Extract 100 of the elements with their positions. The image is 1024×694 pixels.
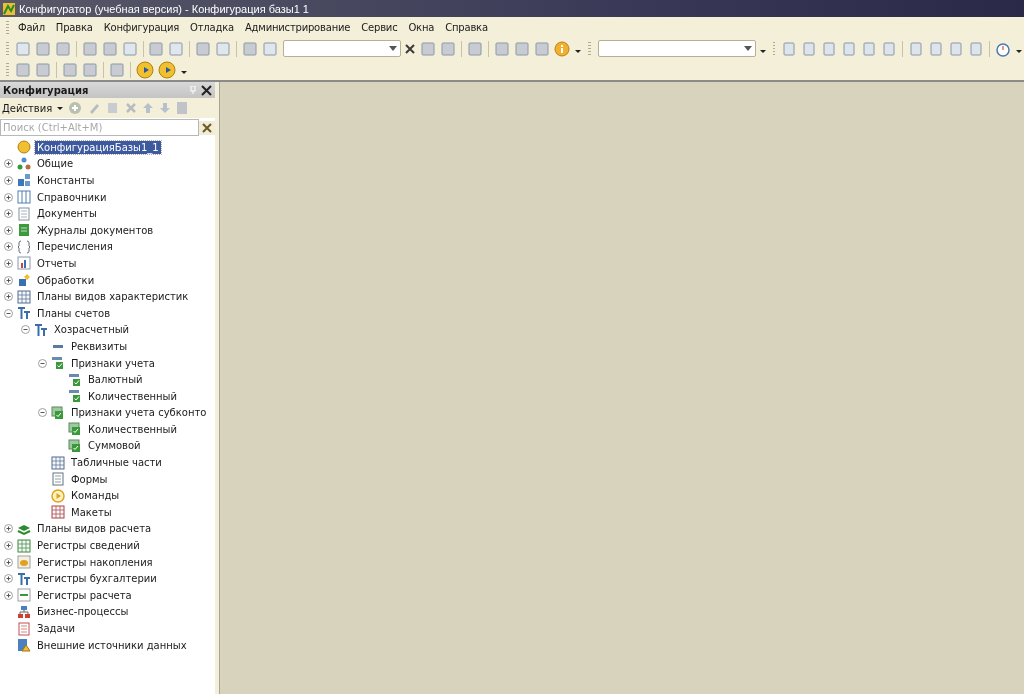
toolbar-icon[interactable] <box>781 40 798 57</box>
menu-item[interactable]: Файл <box>12 22 50 33</box>
tree-item[interactable]: Отчеты <box>35 256 79 270</box>
toolbar-icon[interactable] <box>881 40 898 57</box>
expander-icon[interactable] <box>4 541 13 551</box>
menu-item[interactable]: Окна <box>402 22 440 33</box>
dropdown-arrow-icon[interactable] <box>389 46 398 51</box>
search-combo-field[interactable] <box>283 40 402 57</box>
tree-item[interactable]: Планы видов характеристик <box>35 290 191 304</box>
tree-item[interactable]: Бизнес-процессы <box>35 605 131 619</box>
toolbar-icon[interactable] <box>195 40 212 57</box>
expander-icon[interactable] <box>4 524 13 534</box>
toolbar-icon[interactable] <box>109 61 125 78</box>
tree-item[interactable]: Константы <box>35 174 97 187</box>
combo-field[interactable] <box>597 40 756 57</box>
pencil-icon[interactable] <box>87 101 102 115</box>
caret-icon[interactable] <box>57 106 64 110</box>
expander-icon[interactable] <box>4 258 13 268</box>
tree-item[interactable]: Регистры бухгалтерии <box>35 572 159 586</box>
actions-menu-button[interactable]: Действия <box>2 102 53 114</box>
play-circle-icon[interactable] <box>136 60 154 79</box>
toolbar-icon[interactable] <box>35 61 51 78</box>
tree-item[interactable]: Формы <box>69 472 110 486</box>
toolbar-icon[interactable] <box>215 40 232 57</box>
tree-item[interactable]: Обработки <box>35 273 97 287</box>
tree-item[interactable]: Количественный <box>86 422 179 436</box>
tree-item[interactable]: Валютный <box>86 373 145 387</box>
expander-icon[interactable] <box>4 308 13 318</box>
menu-item[interactable]: Отладка <box>184 22 239 33</box>
tree-item[interactable]: Признаки учета субконто <box>69 406 209 420</box>
stopwatch-icon[interactable] <box>995 40 1011 57</box>
toolbar-icon[interactable] <box>801 40 818 57</box>
toolbar-icon[interactable] <box>493 40 510 57</box>
toolbar-icon[interactable] <box>34 40 51 57</box>
caret-icon[interactable] <box>1016 50 1022 53</box>
tree-item[interactable]: Перечисления <box>35 240 115 254</box>
expander-icon[interactable] <box>4 159 13 169</box>
tree-item[interactable]: Табличные части <box>69 456 164 470</box>
expander-icon[interactable] <box>4 275 13 285</box>
toolbar-icon[interactable] <box>81 40 98 57</box>
close-icon[interactable] <box>201 84 212 96</box>
tree-item[interactable]: Журналы документов <box>35 223 156 237</box>
expander-icon[interactable] <box>4 292 13 302</box>
toolbar-icon[interactable] <box>242 40 259 57</box>
search-field[interactable]: Поиск (Ctrl+Alt+M) <box>0 119 199 136</box>
caret-icon[interactable] <box>181 71 187 74</box>
menu-item[interactable]: Сервис <box>355 22 403 33</box>
expander-icon[interactable] <box>4 557 13 567</box>
tree-item[interactable]: КонфигурацияБазы1_1 <box>35 140 161 154</box>
toolbar-icon[interactable] <box>533 40 550 57</box>
expander-icon[interactable] <box>4 242 13 252</box>
toolbar-icon[interactable] <box>440 40 457 57</box>
expander-icon[interactable] <box>4 192 13 202</box>
toolbar-icon[interactable] <box>821 40 838 57</box>
tree-item[interactable]: Планы видов расчета <box>35 522 154 536</box>
tree-item[interactable]: Документы <box>35 207 99 221</box>
tree-item[interactable]: Общие <box>35 157 76 171</box>
toolbar-icon[interactable] <box>467 40 483 57</box>
expander-icon[interactable] <box>4 225 13 235</box>
dropdown-arrow-icon[interactable] <box>743 46 752 51</box>
tree-item[interactable]: Внешние источники данных <box>35 638 189 652</box>
tree-item[interactable]: Регистры сведений <box>35 539 142 553</box>
expander-icon[interactable] <box>4 574 13 584</box>
menu-item[interactable]: Правка <box>49 22 98 33</box>
toolbar-icon[interactable] <box>15 61 31 78</box>
tree-item[interactable]: Команды <box>69 489 122 503</box>
toolbar-icon[interactable] <box>82 61 98 78</box>
arrow-down-icon[interactable] <box>159 102 172 114</box>
menu-item[interactable]: Справка <box>439 22 493 33</box>
tree-item[interactable]: Справочники <box>35 190 109 204</box>
menu-item[interactable]: Конфигурация <box>97 22 185 33</box>
close-icon[interactable] <box>404 42 417 55</box>
toolbar-icon[interactable] <box>908 40 925 57</box>
tree-item[interactable]: Регистры накопления <box>35 555 155 569</box>
toolbar-icon[interactable] <box>948 40 965 57</box>
tree-item[interactable]: Реквизиты <box>69 339 130 353</box>
expander-icon[interactable] <box>38 358 47 368</box>
clear-icon[interactable] <box>199 120 215 135</box>
toolbar-icon[interactable] <box>262 40 279 57</box>
menu-item[interactable]: Администрирование <box>238 22 356 33</box>
tree-item[interactable]: Суммовой <box>86 439 143 453</box>
tree-item[interactable]: Признаки учета <box>69 356 157 370</box>
expander-icon[interactable] <box>4 176 13 185</box>
toolbar-icon[interactable] <box>101 40 118 57</box>
delete-icon[interactable] <box>125 102 138 114</box>
arrow-up-icon[interactable] <box>142 102 155 114</box>
expander-icon[interactable] <box>4 590 13 600</box>
expander-icon[interactable] <box>38 408 47 418</box>
expander-icon[interactable] <box>21 325 30 335</box>
tree-item[interactable]: Макеты <box>69 505 114 519</box>
caret-icon[interactable] <box>759 50 766 53</box>
toolbar-icon[interactable] <box>928 40 945 57</box>
toolbar-icon[interactable] <box>513 40 530 57</box>
expander-icon[interactable] <box>4 209 13 219</box>
tree-item[interactable]: Задачи <box>35 622 77 635</box>
toolbar-icon[interactable] <box>62 61 78 78</box>
toolbar-icon[interactable] <box>54 40 71 57</box>
toolbar-icon[interactable] <box>968 40 985 57</box>
toolbar-icon[interactable] <box>14 40 31 57</box>
toolbar-icon[interactable] <box>861 40 878 57</box>
